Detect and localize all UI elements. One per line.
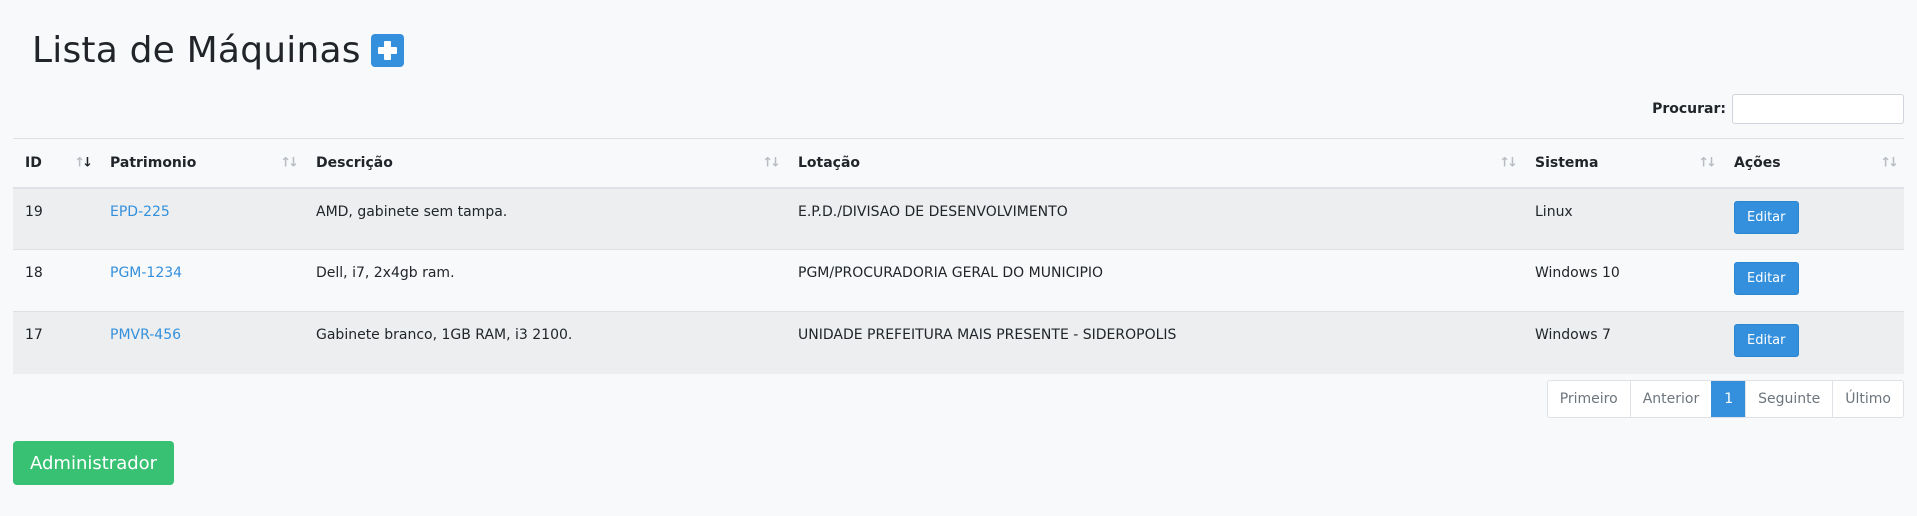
patrimonio-link[interactable]: PMVR-456: [110, 327, 181, 343]
edit-button[interactable]: Editar: [1734, 262, 1799, 295]
sort-icon: ↑↓: [1880, 155, 1899, 171]
cell-descricao: Gabinete branco, 1GB RAM, i3 2100.: [304, 311, 786, 374]
cell-patrimonio: PGM-1234: [98, 249, 304, 312]
cell-id: 19: [13, 187, 98, 250]
cell-patrimonio: EPD-225: [98, 187, 304, 250]
cell-actions: Editar: [1722, 249, 1904, 312]
add-machine-button[interactable]: [370, 34, 404, 67]
cell-lotacao: UNIDADE PREFEITURA MAIS PRESENTE - SIDER…: [786, 311, 1523, 374]
column-header-id[interactable]: ID ↑↓: [13, 138, 98, 189]
administrator-button[interactable]: Administrador: [13, 441, 175, 485]
patrimonio-link[interactable]: EPD-225: [110, 204, 170, 220]
table-row: 17 PMVR-456 Gabinete branco, 1GB RAM, i3…: [13, 311, 1904, 374]
edit-button[interactable]: Editar: [1734, 200, 1799, 234]
pagination-previous[interactable]: Anterior: [1629, 381, 1712, 417]
cell-actions: Editar: [1722, 311, 1904, 374]
pagination-next[interactable]: Seguinte: [1745, 381, 1833, 417]
table-row: 18 PGM-1234 Dell, i7, 2x4gb ram. PGM/PRO…: [13, 249, 1904, 312]
title-row: Lista de Máquinas: [32, 30, 404, 71]
cell-sistema: Windows 10: [1523, 249, 1722, 312]
table-header: ID ↑↓ Patrimonio ↑↓ Descrição ↑↓ Lotação…: [13, 138, 1904, 189]
sort-icon: ↑↓: [1698, 155, 1717, 171]
sort-icon: ↑↓: [280, 155, 299, 171]
pagination-last[interactable]: Último: [1832, 381, 1903, 417]
pagination-current-page[interactable]: 1: [1711, 381, 1746, 417]
cell-sistema: Windows 7: [1523, 311, 1722, 374]
cell-lotacao: PGM/PROCURADORIA GERAL DO MUNICIPIO: [786, 249, 1523, 312]
column-header-patrimonio[interactable]: Patrimonio ↑↓: [98, 138, 304, 189]
cell-descricao: AMD, gabinete sem tampa.: [304, 187, 786, 250]
cell-id: 18: [13, 249, 98, 312]
sort-desc-icon: ↑↓: [74, 155, 93, 171]
search-label: Procurar:: [1652, 101, 1726, 117]
cell-descricao: Dell, i7, 2x4gb ram.: [304, 249, 786, 312]
machines-table: ID ↑↓ Patrimonio ↑↓ Descrição ↑↓ Lotação…: [13, 138, 1904, 374]
patrimonio-link[interactable]: PGM-1234: [110, 265, 182, 281]
search-input[interactable]: [1732, 94, 1904, 124]
edit-button[interactable]: Editar: [1734, 324, 1799, 357]
table-body: 19 EPD-225 AMD, gabinete sem tampa. E.P.…: [13, 187, 1904, 374]
sort-icon: ↑↓: [762, 155, 781, 171]
sort-icon: ↑↓: [1499, 155, 1518, 171]
column-header-sistema[interactable]: Sistema ↑↓: [1523, 138, 1722, 189]
cell-patrimonio: PMVR-456: [98, 311, 304, 374]
cell-id: 17: [13, 311, 98, 374]
column-header-acoes[interactable]: Ações ↑↓: [1722, 138, 1904, 189]
pagination: Primeiro Anterior 1 Seguinte Último: [1546, 380, 1904, 418]
column-header-lotacao[interactable]: Lotação ↑↓: [786, 138, 1523, 189]
page-title: Lista de Máquinas: [32, 30, 361, 71]
page: Lista de Máquinas Procurar: ID ↑↓ Patrim…: [0, 0, 1917, 516]
column-header-descricao[interactable]: Descrição ↑↓: [304, 138, 786, 189]
pagination-first[interactable]: Primeiro: [1547, 381, 1630, 417]
cell-lotacao: E.P.D./DIVISAO DE DESENVOLVIMENTO: [786, 187, 1523, 250]
cell-actions: Editar: [1722, 187, 1904, 250]
cell-sistema: Linux: [1523, 187, 1722, 250]
search-row: Procurar:: [1652, 94, 1904, 124]
table-row: 19 EPD-225 AMD, gabinete sem tampa. E.P.…: [13, 187, 1904, 250]
